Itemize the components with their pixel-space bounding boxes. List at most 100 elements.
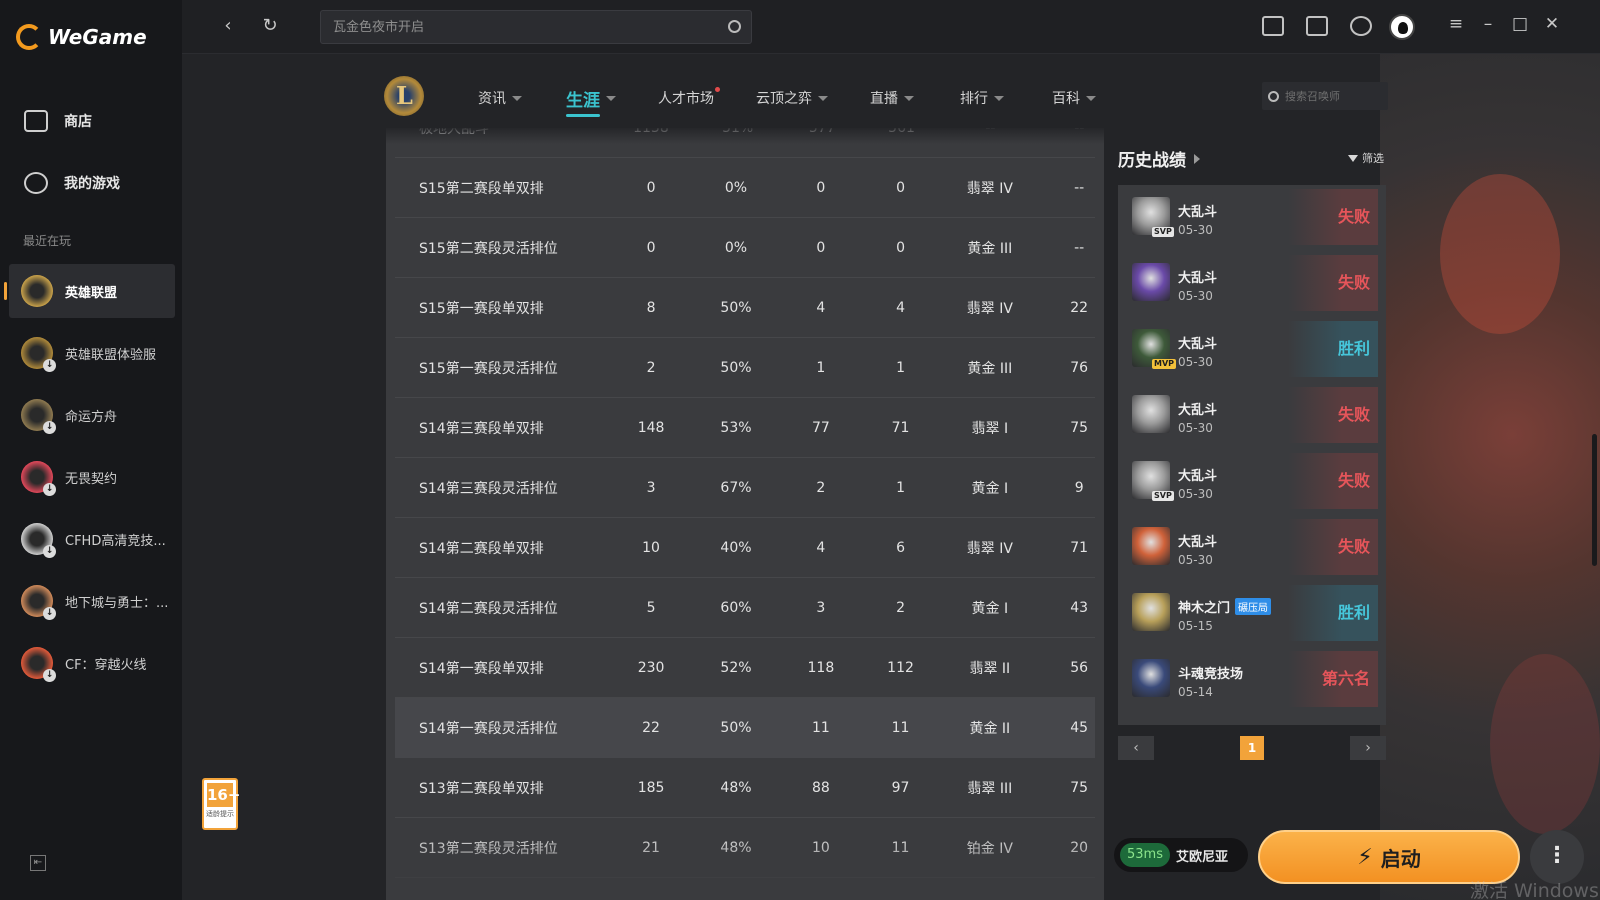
match-item[interactable]: 大乱斗 05-30 失败 — [1126, 515, 1378, 575]
table-cell: 148 — [637, 419, 665, 436]
maximize-icon[interactable]: □ — [1510, 14, 1530, 34]
filter-button[interactable]: 筛选 — [1348, 150, 1384, 166]
game-icon: ↓ — [21, 399, 56, 434]
table-row[interactable]: S15第一赛段灵活排位 2 50% 1 1 黄金 III 76 — [395, 338, 1095, 398]
match-item[interactable]: 神木之门 碾压局 05-15 胜利 — [1126, 581, 1378, 641]
match-result: 失败 — [1288, 387, 1378, 443]
close-icon[interactable]: ✕ — [1542, 14, 1562, 34]
pager-next-button[interactable]: › — [1350, 736, 1386, 760]
lol-tab[interactable]: 生涯 — [566, 86, 616, 117]
champion-avatar — [1132, 527, 1170, 565]
match-date: 05-30 — [1178, 487, 1213, 501]
table-cell: 112 — [887, 659, 914, 676]
table-cell: 翡翠 IV — [966, 540, 1013, 557]
global-search-input[interactable] — [321, 11, 701, 43]
lol-tab[interactable]: 人才市场 — [658, 87, 720, 108]
table-row[interactable]: S14第一赛段单双排 230 52% 118 112 翡翠 II 56 — [395, 638, 1095, 698]
lol-tab[interactable]: 云顶之弈 — [756, 88, 828, 108]
match-tag: 碾压局 — [1235, 598, 1272, 615]
table-cell: 翡翠 I — [971, 420, 1009, 437]
scrollbar[interactable] — [1592, 434, 1597, 566]
sidebar-game-item[interactable]: ↓ CF：穿越火线 — [9, 636, 175, 690]
table-row[interactable]: S13第二赛段单双排 185 48% 88 97 翡翠 III 75 — [395, 758, 1095, 818]
match-item[interactable]: SVP 大乱斗 05-30 失败 — [1126, 185, 1378, 245]
table-cell: 1 — [816, 359, 826, 376]
lol-tab[interactable]: 资讯 — [478, 88, 522, 108]
filter-icon — [1348, 154, 1358, 162]
table-cell: 230 — [637, 659, 665, 676]
table-row[interactable]: S14第三赛段灵活排位 3 67% 2 1 黄金 I 9 — [395, 458, 1095, 518]
sidebar-game-item[interactable]: 英雄联盟 — [4, 264, 175, 318]
age-rating-number: 16+ — [207, 783, 240, 807]
sidebar-game-item[interactable]: ↓ 地下城与勇士：... — [9, 574, 175, 628]
match-item[interactable]: 斗魂竞技场 05-14 第六名 — [1126, 647, 1378, 707]
table-cell: 黄金 III — [967, 240, 1013, 257]
match-item[interactable]: 大乱斗 05-30 失败 — [1126, 251, 1378, 311]
launch-label: 启动 — [1380, 846, 1421, 871]
game-icon: ↓ — [21, 337, 56, 372]
match-badge: SVP — [1152, 227, 1174, 237]
nav-my-games[interactable]: 我的游戏 — [24, 172, 120, 194]
sidebar-game-item[interactable]: ↓ 无畏契约 — [9, 450, 175, 504]
folder-icon[interactable] — [1262, 16, 1284, 36]
table-cell: -- — [1074, 179, 1085, 196]
nav-shop[interactable]: 商店 — [24, 110, 92, 132]
menu-icon[interactable]: ≡ — [1446, 14, 1466, 34]
match-item[interactable]: MVP 大乱斗 05-30 胜利 — [1126, 317, 1378, 377]
pager-prev-button[interactable]: ‹ — [1118, 736, 1154, 760]
match-mode: 大乱斗 — [1178, 267, 1217, 286]
table-cell: 3 — [816, 599, 826, 616]
history-title[interactable]: 历史战绩 — [1118, 146, 1200, 171]
table-row[interactable]: S14第三赛段单双排 148 53% 77 71 翡翠 I 75 — [395, 398, 1095, 458]
match-item[interactable]: 大乱斗 05-30 失败 — [1126, 383, 1378, 443]
table-row[interactable]: S15第一赛段单双排 8 50% 4 4 翡翠 IV 22 — [395, 278, 1095, 338]
table-row[interactable]: S14第二赛段灵活排位 5 60% 3 2 黄金 I 43 — [395, 578, 1095, 638]
server-status[interactable]: 53ms 艾欧尼亚 — [1114, 838, 1248, 872]
summoner-search-input[interactable] — [1285, 89, 1381, 103]
table-row[interactable]: S14第二赛段单双排 10 40% 4 6 翡翠 IV 71 — [395, 518, 1095, 578]
user-avatar[interactable] — [1389, 14, 1415, 40]
match-result: 失败 — [1288, 189, 1378, 245]
lol-logo-letter: L — [396, 81, 413, 110]
pager-current-page[interactable]: 1 — [1240, 736, 1264, 760]
lol-tab[interactable]: 百科 — [1052, 88, 1096, 108]
refresh-button[interactable]: ↻ — [258, 14, 282, 38]
sidebar-game-item[interactable]: ↓ 命运方舟 — [9, 388, 175, 442]
table-row[interactable]: S15第二赛段单双排 0 0% 0 0 翡翠 IV -- — [395, 158, 1095, 218]
chevron-down-icon — [1086, 95, 1096, 101]
match-item[interactable]: SVP 大乱斗 05-30 失败 — [1126, 449, 1378, 509]
table-cell: -- — [965, 128, 1015, 136]
table-row[interactable]: S13第二赛段灵活排位 21 48% 10 11 铂金 IV 20 — [395, 818, 1095, 878]
match-mode-label: 大乱斗 — [1178, 535, 1218, 550]
minimize-icon[interactable]: – — [1478, 14, 1498, 34]
summoner-search — [1262, 82, 1388, 110]
table-cell: 71 — [891, 419, 910, 436]
back-button[interactable]: ‹ — [216, 14, 240, 38]
download-badge-icon: ↓ — [43, 359, 56, 372]
app-name: WeGame — [48, 25, 147, 49]
wegame-logo[interactable]: WeGame — [16, 24, 147, 50]
table-cell: 翡翠 III — [967, 780, 1013, 797]
table-cell: 77 — [811, 419, 830, 436]
download-icon[interactable] — [1350, 16, 1372, 36]
sidebar-game-item[interactable]: ↓ CFHD高清竞技... — [9, 512, 175, 566]
table-cell: 3 — [646, 479, 656, 496]
lol-logo[interactable]: L — [384, 76, 424, 116]
message-icon[interactable] — [1306, 16, 1328, 36]
table-row[interactable]: S15第二赛段灵活排位 0 0% 0 0 黄金 III -- — [395, 218, 1095, 278]
table-cell: 53% — [720, 419, 752, 436]
nav-shop-label: 商店 — [64, 114, 92, 130]
table-row[interactable]: 极地大乱斗 1138 51% 577 561 -- -- — [395, 128, 1095, 158]
table-cell: 0 — [896, 239, 905, 256]
lol-tab[interactable]: 排行 — [960, 88, 1004, 108]
table-row[interactable]: S14第一赛段灵活排位 22 50% 11 11 黄金 II 45 — [395, 698, 1095, 758]
lol-tab[interactable]: 直播 — [870, 88, 914, 108]
search-icon[interactable] — [728, 20, 741, 33]
table-cell: 黄金 II — [969, 720, 1011, 737]
sidebar-game-item[interactable]: ↓ 英雄联盟体验服 — [9, 326, 175, 380]
gamepad-icon — [24, 172, 48, 194]
champion-avatar — [1132, 263, 1170, 301]
table-cell: 11 — [811, 719, 830, 736]
table-cell: 45 — [1070, 719, 1089, 736]
collapse-sidebar-button[interactable]: ⇤ — [30, 855, 46, 871]
